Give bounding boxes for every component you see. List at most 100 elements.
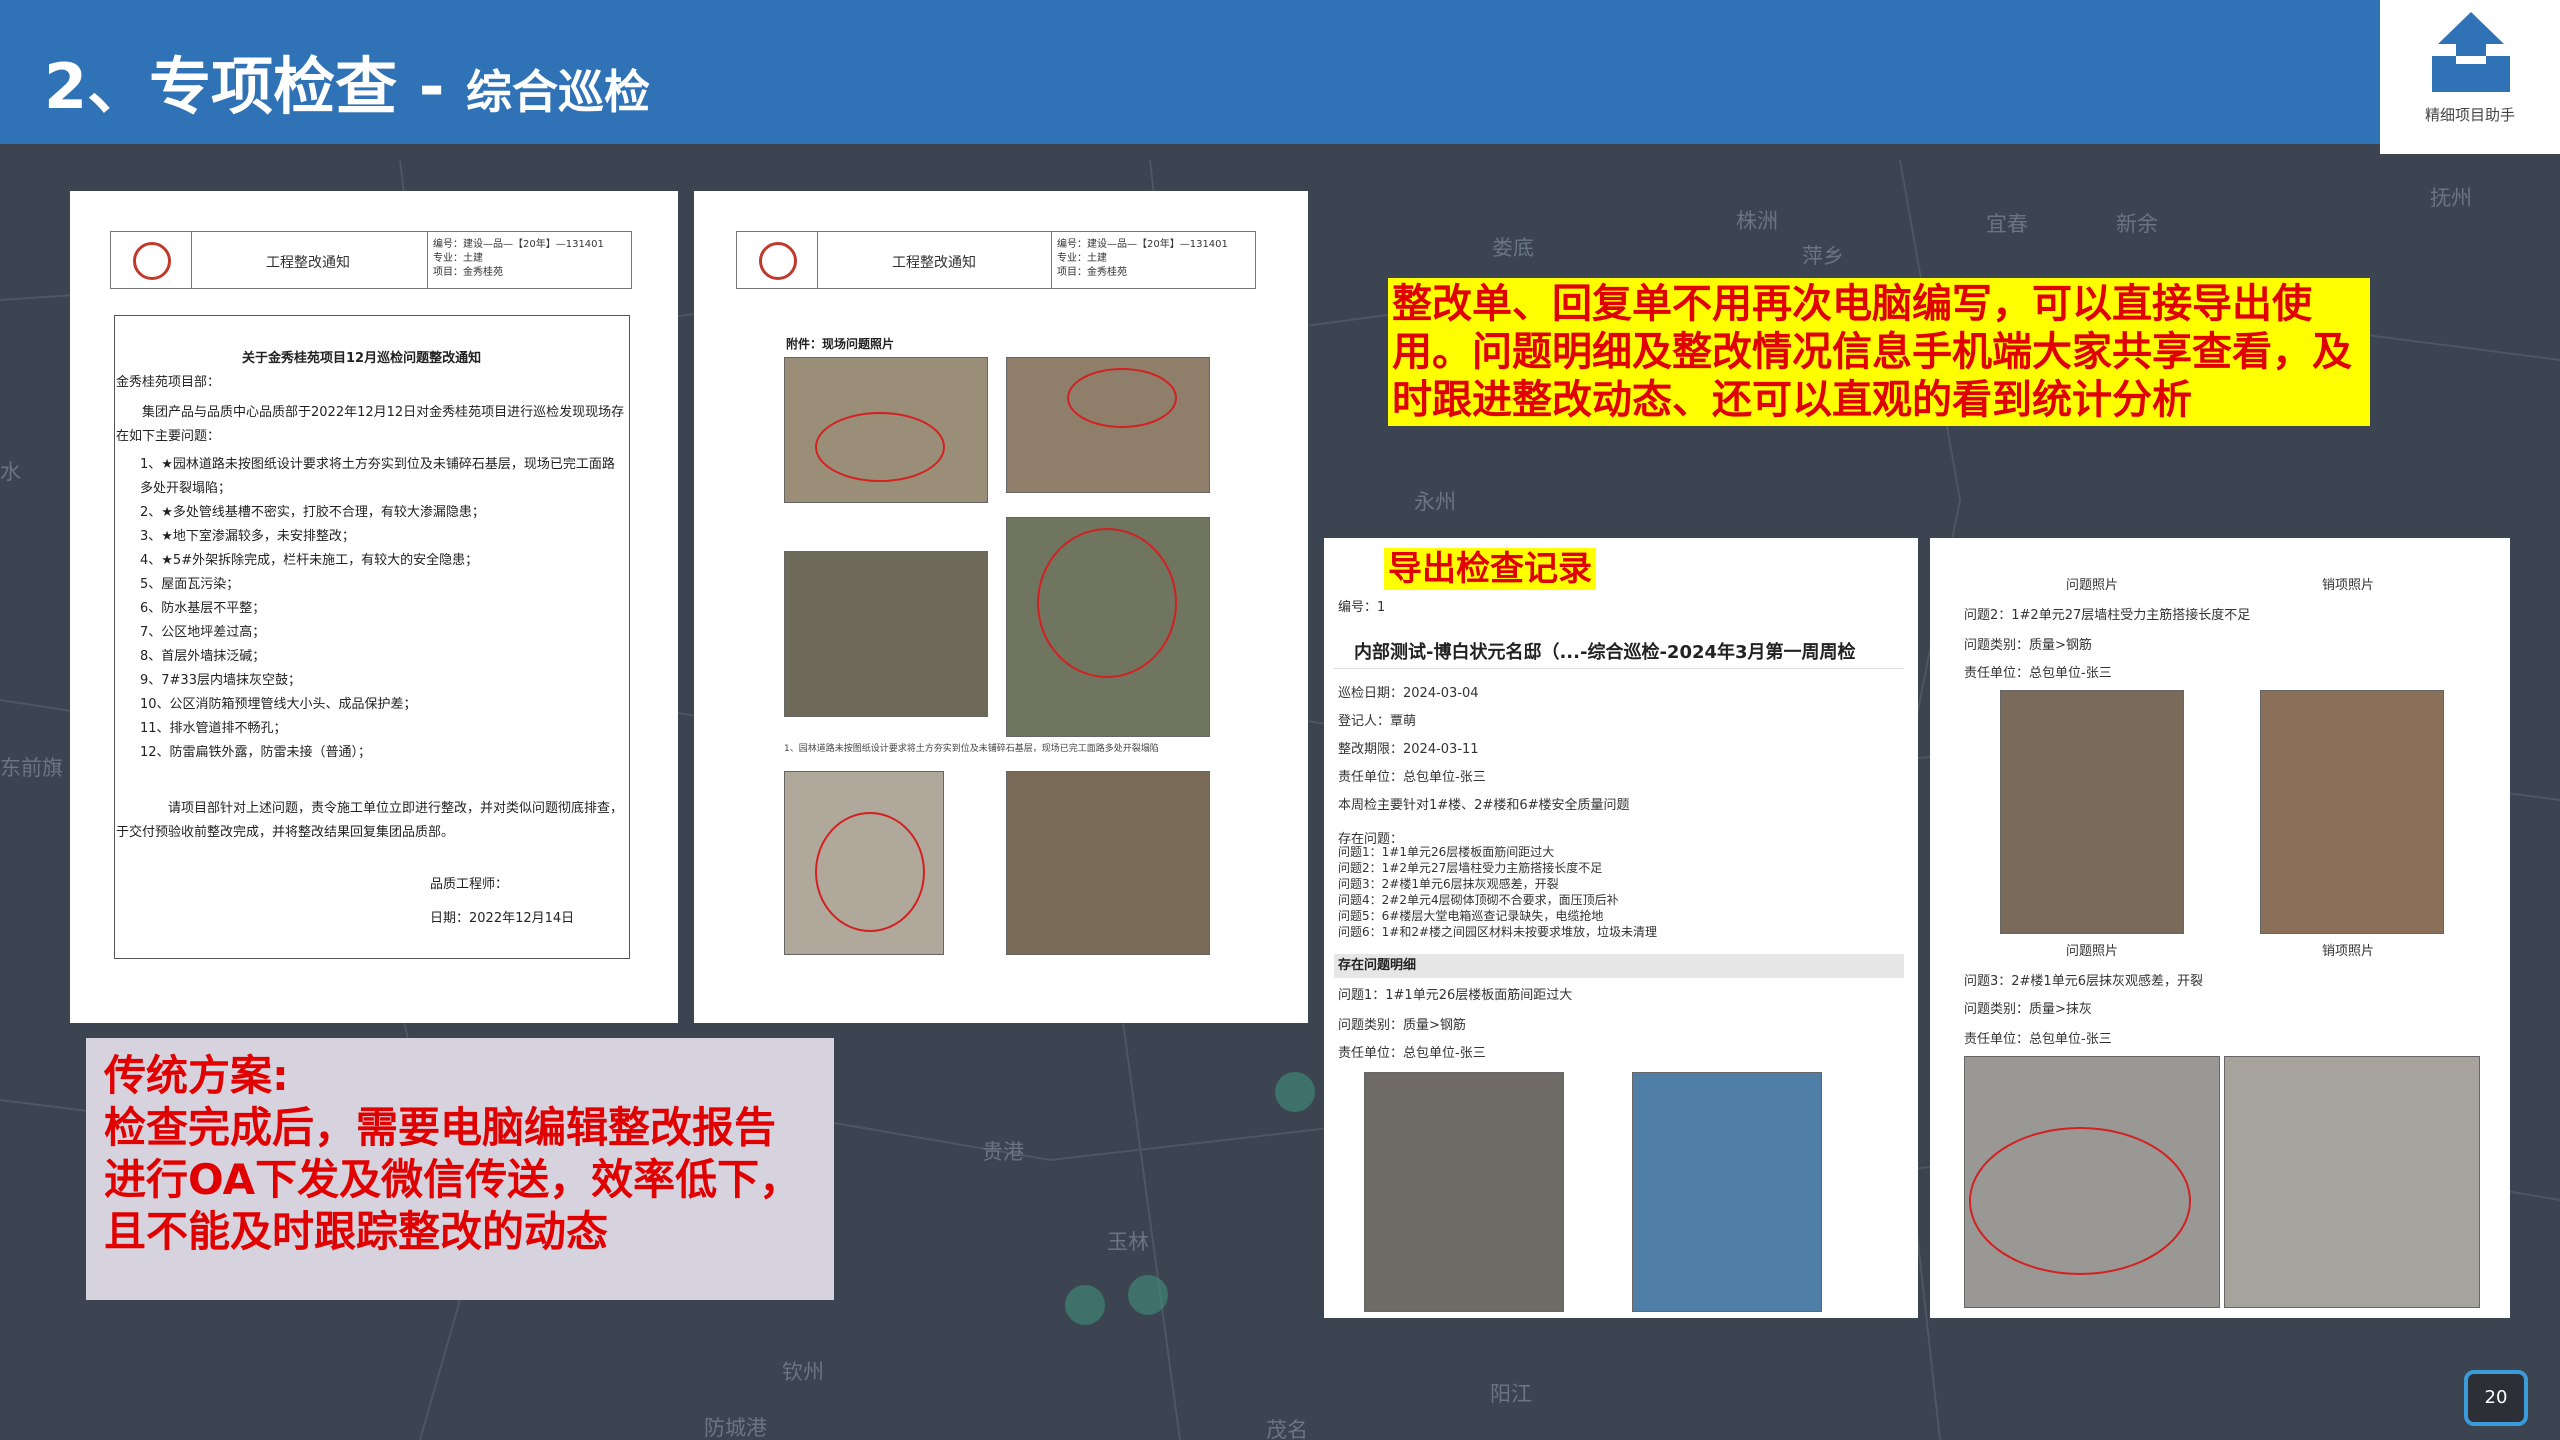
issue-marker [815, 412, 945, 482]
notice-salutation: 金秀桂苑项目部： [116, 375, 221, 390]
record-row: 问题类别：质量>钢筋 [1964, 638, 2092, 653]
map-city: 水 [0, 460, 21, 484]
issue-item: 12、防雷扁铁外露，防雷未接（普通）； [140, 745, 372, 760]
issue-item: 10、公区消防箱预埋管线大小头、成品保护差； [140, 697, 417, 712]
meta-project: 项目：金秀桂苑 [433, 267, 503, 278]
traditional-line: 检查完成后，需要电脑编辑整改报告 [104, 1103, 777, 1152]
map-city: 抚州 [2430, 186, 2472, 210]
detail-row: 责任单位：总包单位-张三 [1338, 1046, 1486, 1061]
meta-project: 项目：金秀桂苑 [1057, 267, 1127, 278]
notice-header: 工程整改通知 编号：建设—品—【20年】—131401 专业：土建 项目：金秀桂… [736, 231, 1256, 289]
map-city: 东前旗 [0, 756, 63, 780]
site-photo [784, 357, 988, 503]
problem-photo [2000, 690, 2184, 934]
title-main: 2、专项检查 [44, 50, 398, 123]
problem-photo [1364, 1072, 1564, 1312]
record-row: 登记人：覃萌 [1338, 714, 1417, 729]
slide-title: 2、专项检查 - 综合巡检 [44, 36, 650, 126]
record-number: 编号：1 [1338, 600, 1386, 615]
issue-item: 5、屋面瓦污染； [140, 577, 240, 592]
problem-photo [1964, 1056, 2220, 1308]
map-city: 防城港 [704, 1416, 767, 1440]
photo-grid: 1、园林道路未按图纸设计要求将土方夯实到位及未铺碎石基层，现场已完工面路多处开裂… [780, 351, 1222, 1157]
traditional-line: 且不能及时跟踪整改的动态 [104, 1207, 609, 1256]
problem-item: 问题4：2#2单元4层砌体顶砌不合要求，面压顶后补 [1338, 893, 1619, 907]
problem-item: 问题3：2#楼1单元6层抹灰观感差，开裂 [1338, 877, 1559, 891]
detail-row: 问题1：1#1单元26层楼板面筋间距过大 [1338, 988, 1573, 1003]
page-number: 20 [2464, 1370, 2528, 1426]
app-logo: 精细项目助手 [2380, 0, 2560, 154]
issue-item: 6、防水基层不平整； [140, 601, 266, 616]
map-city: 萍乡 [1802, 244, 1844, 268]
issue-item: 7、公区地坪差过高； [140, 625, 266, 640]
record-row: 责任单位：总包单位-张三 [1338, 770, 1486, 785]
problem-item: 问题1：1#1单元26层楼板面筋间距过大 [1338, 845, 1555, 859]
site-photo [784, 771, 944, 955]
attachment-label: 附件：现场问题照片 [786, 337, 895, 351]
record-row: 巡检日期：2024-03-04 [1338, 686, 1479, 701]
fix-photo [1632, 1072, 1822, 1312]
site-photo [1006, 357, 1210, 493]
record-row: 本周检主要针对1#楼、2#楼和6#楼安全质量问题 [1338, 798, 1630, 813]
photo-caption: 1、园林道路未按图纸设计要求将土方夯实到位及未铺碎石基层，现场已完工面路多处开裂… [784, 744, 1159, 754]
issue-marker [1067, 368, 1177, 428]
record-row: 责任单位：总包单位-张三 [1964, 1032, 2112, 1047]
title-separator: - [397, 50, 467, 123]
fix-photo [2224, 1056, 2480, 1308]
fix-photo [2260, 690, 2444, 934]
problem-item: 问题6：1#和2#楼之间园区材料未按要求堆放，垃圾未清理 [1338, 925, 1658, 939]
column-problem-photo: 问题照片 [2066, 578, 2119, 593]
issue-item: 11、排水管道排不畅孔； [140, 721, 287, 736]
map-city: 茂名 [1266, 1418, 1308, 1440]
map-city: 钦州 [782, 1360, 824, 1384]
map-city: 株洲 [1736, 209, 1778, 233]
company-logo-icon [133, 242, 171, 280]
record-row: 问题2：1#2单元27层墙柱受力主筋搭接长度不足 [1964, 608, 2251, 623]
problem-detail-section: 存在问题明细 [1334, 954, 1904, 978]
notice-closing: 请项目部针对上述问题，责令施工单位立即进行整改，并对类似问题彻底排查，于交付预验… [116, 801, 624, 840]
upload-arrow-icon [2432, 12, 2510, 92]
column-fix-photo: 销项照片 [2322, 944, 2375, 959]
traditional-line: 进行OA下发及微信传送，效率低下， [104, 1155, 802, 1204]
detail-row: 问题类别：质量>钢筋 [1338, 1018, 1466, 1033]
issue-item: 9、7#33层内墙抹灰空鼓； [140, 673, 301, 688]
issue-item: 8、首层外墙抹泛碱； [140, 649, 266, 664]
title-sub: 综合巡检 [466, 65, 651, 119]
company-logo-icon [759, 242, 797, 280]
notice-meta: 编号：建设—品—【20年】—131401 专业：土建 项目：金秀桂苑 [1057, 238, 1228, 280]
meta-number: 编号：建设—品—【20年】—131401 [1057, 239, 1228, 250]
record-row: 责任单位：总包单位-张三 [1964, 666, 2112, 681]
meta-number: 编号：建设—品—【20年】—131401 [433, 239, 604, 250]
map-city: 娄底 [1492, 236, 1534, 260]
inspection-record-page-1: 编号：1 内部测试-博白状元名邸（...-综合巡检-2024年3月第一周周检 巡… [1324, 538, 1918, 1318]
notice-meta: 编号：建设—品—【20年】—131401 专业：土建 项目：金秀桂苑 [433, 238, 604, 280]
issue-item: 2、★多处管线基槽不密实，打胶不合理，有较大渗漏隐患； [140, 505, 485, 520]
issue-marker [1969, 1127, 2191, 1275]
column-fix-photo: 销项照片 [2322, 578, 2375, 593]
notice-body: 集团产品与品质中心品质部于2022年12月12日对金秀桂苑项目进行巡检发现现场存… [116, 405, 625, 444]
notice-header-title: 工程整改通知 [266, 255, 350, 271]
rectification-notice-page-1: 工程整改通知 编号：建设—品—【20年】—131401 专业：土建 项目：金秀桂… [70, 191, 678, 1023]
map-city: 宜春 [1986, 212, 2028, 236]
column-problem-photo: 问题照片 [2066, 944, 2119, 959]
issue-list: 1、★园林道路未按图纸设计要求将土方夯实到位及未铺碎石基层，现场已完工面路多处开… [140, 453, 624, 765]
problem-list: 问题1：1#1单元26层楼板面筋间距过大 问题2：1#2单元27层墙柱受力主筋搭… [1338, 844, 1657, 940]
map-city: 阳江 [1490, 1382, 1532, 1406]
record-row: 整改期限：2024-03-11 [1338, 742, 1479, 757]
issue-item: 4、★5#外架拆除完成，栏杆未施工，有较大的安全隐患； [140, 553, 479, 568]
problem-item: 问题5：6#楼层大堂电箱巡查记录缺失，电缆抢地 [1338, 909, 1604, 923]
logo-text: 精细项目助手 [2424, 106, 2515, 124]
traditional-approach-box: 传统方案: 检查完成后，需要电脑编辑整改报告 进行OA下发及微信传送，效率低下，… [86, 1038, 834, 1300]
notice-date: 日期：2022年12月14日 [430, 911, 575, 926]
map-city: 新余 [2116, 212, 2158, 236]
issue-marker [815, 812, 925, 932]
notice-signature: 品质工程师： [430, 877, 509, 892]
notice-header: 工程整改通知 编号：建设—品—【20年】—131401 专业：土建 项目：金秀桂… [110, 231, 632, 289]
traditional-text: 传统方案: 检查完成后，需要电脑编辑整改报告 进行OA下发及微信传送，效率低下，… [104, 1050, 801, 1258]
issue-marker [1037, 528, 1177, 678]
record-row: 问题类别：质量>抹灰 [1964, 1002, 2092, 1017]
rectification-notice-page-2: 工程整改通知 编号：建设—品—【20年】—131401 专业：土建 项目：金秀桂… [694, 191, 1308, 1023]
meta-major: 专业：土建 [433, 253, 483, 264]
site-photo [1006, 517, 1210, 737]
site-photo [784, 551, 988, 717]
